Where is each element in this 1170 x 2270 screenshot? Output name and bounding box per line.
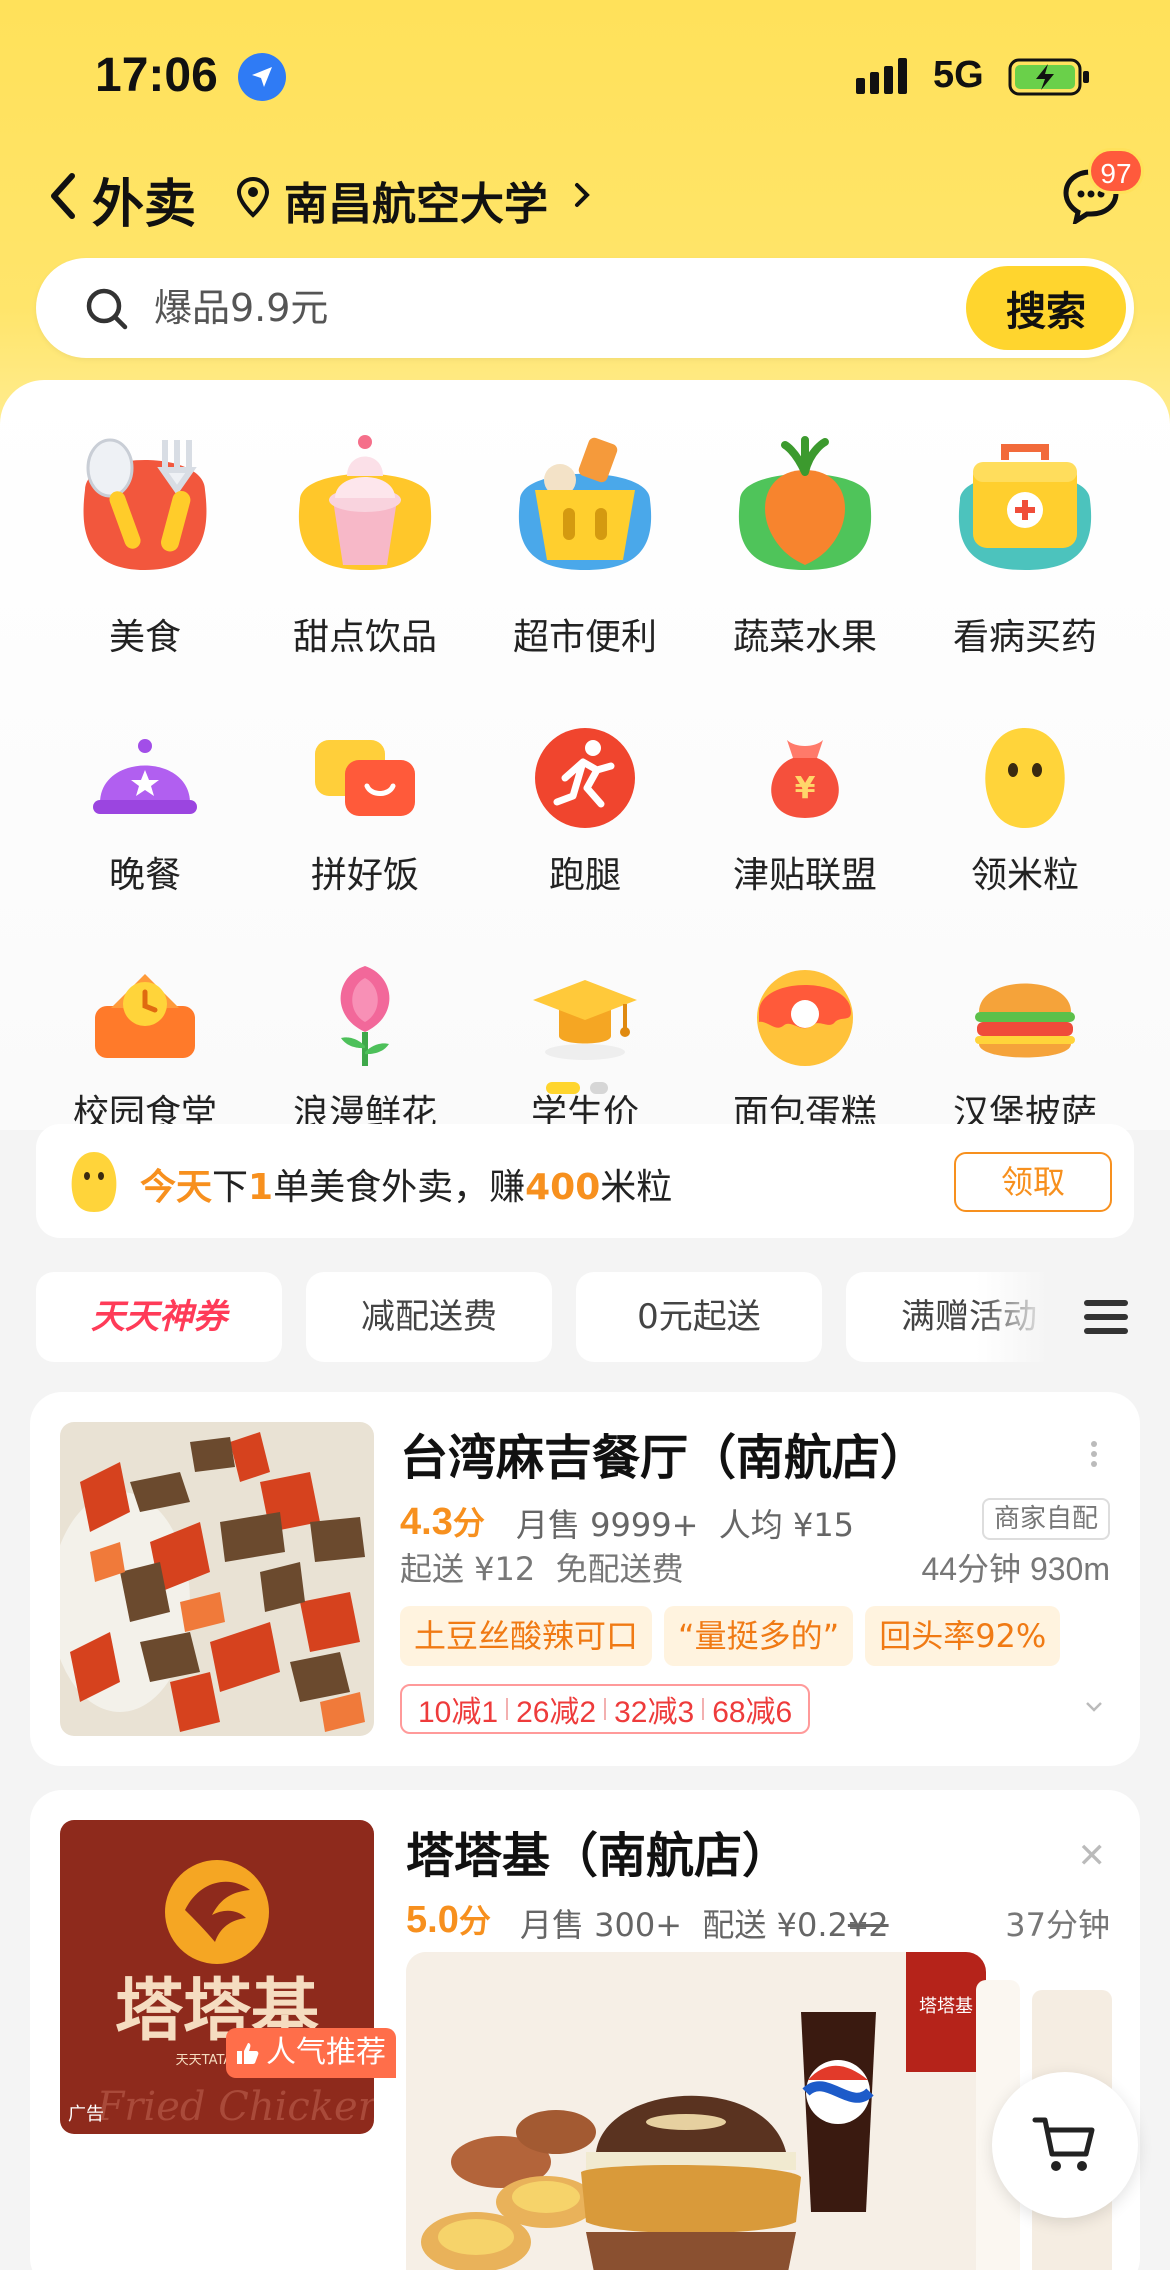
runner-icon: [535, 728, 635, 828]
category-campus-canteen[interactable]: 校园食堂: [35, 926, 255, 1136]
ice-cream-icon: [298, 435, 432, 570]
page-indicator-dot: [590, 1082, 608, 1094]
category-medicine[interactable]: 看病买药: [915, 420, 1135, 660]
category-burger-pizza[interactable]: 汉堡披萨: [915, 926, 1135, 1136]
cart-icon: [1032, 2117, 1095, 2171]
category-dessert-drinks[interactable]: 甜点饮品: [255, 420, 475, 660]
status-bar: 17:06 5G: [0, 0, 1170, 150]
ad-label: 广告: [68, 2104, 104, 2125]
category-vegetables-fruits[interactable]: 蔬菜水果: [695, 420, 915, 660]
more-options-icon[interactable]: [1090, 1440, 1098, 1468]
page-indicator-active: [546, 1082, 580, 1094]
category-supermarket[interactable]: 超市便利: [475, 420, 695, 660]
thumbs-up-icon: [237, 2043, 259, 2064]
store-rating: 5.0分: [406, 1899, 491, 1941]
store-card[interactable]: 人气推荐 塔塔基 天天TATAJI DAYDAY更开心 Fried Chicke…: [30, 1790, 1140, 2270]
rice-promo-banner[interactable]: 今天下1单美食外卖，赚400米粒 领取: [36, 1124, 1134, 1238]
shopping-basket-icon: [518, 437, 652, 570]
store-thumbnail[interactable]: [60, 1422, 374, 1736]
rice-grain-icon: [71, 1152, 117, 1212]
store-sales-delivery: 月售 300+ 配送 ¥0.2¥2: [520, 1906, 889, 1944]
message-badge: 97: [1088, 148, 1144, 194]
donut-icon: [757, 970, 853, 1066]
location-arrow-icon: [238, 53, 286, 101]
search-input[interactable]: [154, 278, 654, 338]
category-flowers[interactable]: 浪漫鲜花: [255, 926, 475, 1136]
network-type: 5G: [933, 54, 984, 96]
store-tag: “量挺多的”: [664, 1606, 854, 1666]
search-button[interactable]: 搜索: [966, 266, 1126, 350]
rice-grain-icon: [985, 728, 1065, 828]
category-panel: 美食 甜点饮品 超市便利 蔬菜水果 看病买药 晚餐 拼好饭 跑腿 ¥ 津贴联盟 …: [0, 380, 1170, 1134]
delivery-type-badge: 商家自配: [981, 1498, 1110, 1540]
filter-reduced-delivery[interactable]: 减配送费: [306, 1272, 552, 1362]
close-icon[interactable]: ✕: [1078, 1836, 1107, 1876]
graduation-cap-icon: [533, 980, 637, 1060]
burger-icon: [975, 983, 1075, 1058]
utensils-icon: [83, 438, 207, 570]
claim-button[interactable]: 领取: [954, 1152, 1112, 1212]
store-sales-price: 月售 9999+ 人均 ¥15: [516, 1506, 855, 1544]
svg-text:¥: ¥: [795, 771, 816, 806]
discount-list[interactable]: 10减1 26减2 32减3 68减6: [400, 1684, 811, 1734]
medicine-box-icon: [958, 444, 1092, 570]
signal-icon: [856, 58, 907, 94]
page-title: 外卖: [92, 175, 197, 235]
category-food[interactable]: 美食: [35, 420, 255, 660]
category-dinner[interactable]: 晚餐: [35, 688, 255, 898]
canteen-clock-icon: [95, 974, 195, 1058]
dinner-dome-icon: [93, 739, 197, 814]
search-icon: [86, 288, 128, 330]
discount-item: 32减3: [614, 1696, 695, 1729]
store-tags: 土豆丝酸辣可口 “量挺多的” 回头率92%: [400, 1606, 1061, 1666]
store-tag: 土豆丝酸辣可口: [400, 1606, 653, 1666]
chevron-right-icon[interactable]: [574, 182, 590, 208]
money-bag-icon: ¥: [771, 740, 839, 818]
discount-item: 68减6: [712, 1696, 793, 1729]
store-name[interactable]: 台湾麻吉餐厅（南航店）: [400, 1418, 928, 1488]
store-min-order: 起送 ¥12 免配送费: [400, 1550, 684, 1588]
category-allowance-alliance[interactable]: ¥ 津贴联盟: [695, 688, 915, 898]
discount-item: 26减2: [516, 1696, 597, 1729]
store-eta-distance: 44分钟 930m: [921, 1551, 1110, 1587]
carrot-icon: [738, 436, 872, 570]
logo-script: Fried Chicken: [96, 2084, 374, 2130]
status-time: 17:06: [95, 49, 218, 102]
category-bread-cake[interactable]: 面包蛋糕: [695, 926, 915, 1136]
store-name[interactable]: 塔塔基（南航店）: [406, 1816, 790, 1886]
back-arrow-icon[interactable]: [48, 172, 78, 220]
store-logo-thumbnail[interactable]: 塔塔基 天天TATAJI DAYDAY更开心 Fried Chicken 广告: [60, 1820, 374, 2134]
store-rating: 4.3分: [400, 1501, 485, 1543]
discount-item: 10减1: [418, 1696, 499, 1729]
location-selector[interactable]: 南昌航空大学: [284, 168, 548, 232]
menu-icon[interactable]: [1084, 1298, 1128, 1336]
store-tag: 回头率92%: [865, 1606, 1061, 1666]
store-eta: 37分钟: [1005, 1906, 1110, 1944]
filter-daily-coupon[interactable]: 天天神券: [36, 1272, 282, 1362]
category-student-price[interactable]: 学生价: [475, 926, 695, 1136]
product-image-brand: 塔塔基: [919, 1996, 973, 2017]
filter-fade: [976, 1272, 1096, 1362]
store-card[interactable]: 台湾麻吉餐厅（南航店） 4.3分 月售 9999+ 人均 ¥15 商家自配 起送…: [30, 1392, 1140, 1766]
battery-charging-icon: [1008, 58, 1089, 96]
search-bar[interactable]: 搜索: [36, 258, 1134, 358]
group-meal-icon: [315, 740, 415, 816]
category-errand[interactable]: 跑腿: [475, 688, 695, 898]
category-group-meal[interactable]: 拼好饭: [255, 688, 475, 898]
filter-zero-minimum[interactable]: 0元起送: [576, 1272, 822, 1362]
filter-bar: 天天神券 减配送费 0元起送 满赠活动: [36, 1272, 1170, 1362]
popular-badge: 人气推荐: [226, 2028, 396, 2078]
page-indicator: [546, 1082, 608, 1094]
category-rice-points[interactable]: 领米粒: [915, 688, 1135, 898]
cart-button[interactable]: [992, 2072, 1138, 2218]
location-pin-icon[interactable]: [236, 176, 270, 218]
promo-text: 今天下1单美食外卖，赚400米粒: [140, 1167, 673, 1208]
product-image[interactable]: 塔塔基: [406, 1952, 986, 2270]
chevron-down-icon[interactable]: [1084, 1700, 1104, 1714]
flower-icon: [340, 966, 390, 1066]
